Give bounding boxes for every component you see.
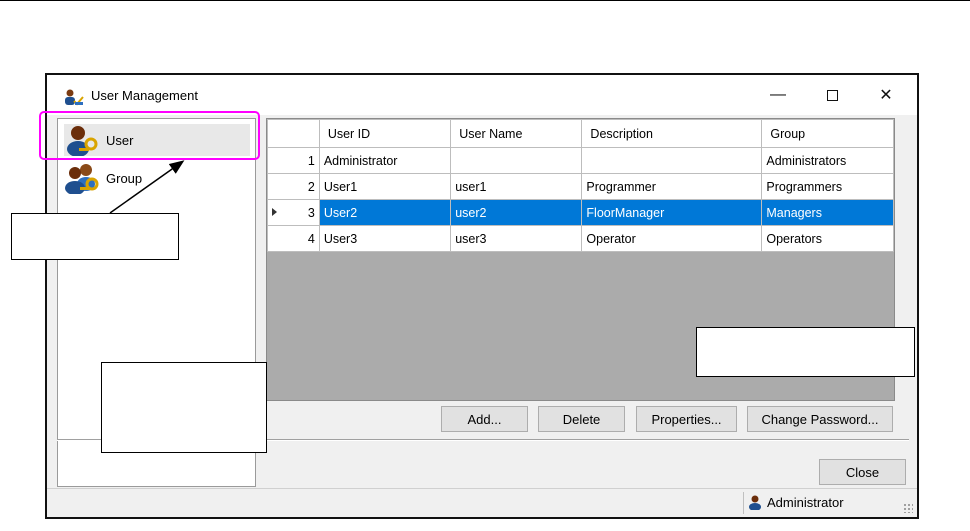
callout-arrow	[109, 160, 185, 214]
